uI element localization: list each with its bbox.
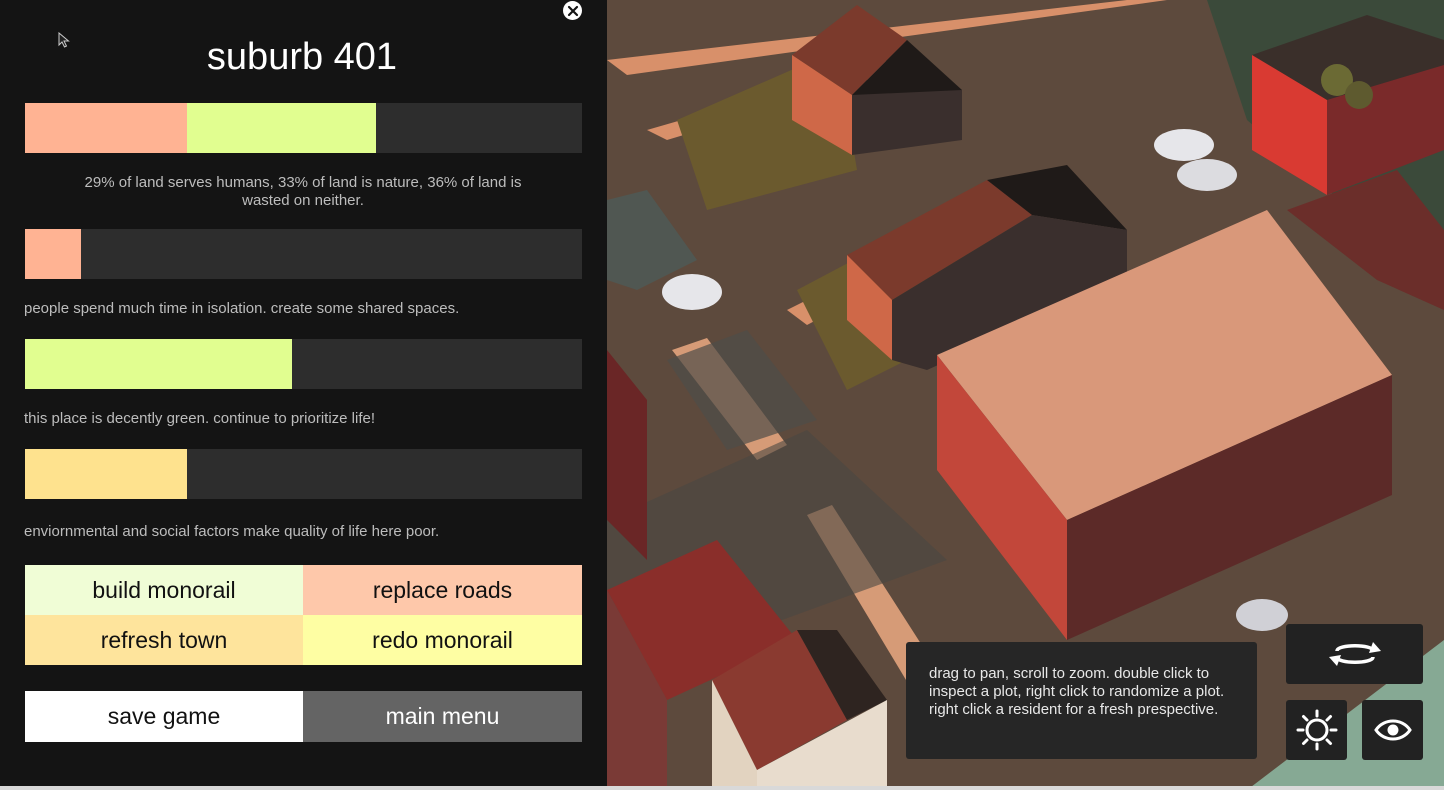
refresh-town-button[interactable]: refresh town: [25, 615, 303, 665]
redo-monorail-button[interactable]: redo monorail: [303, 615, 582, 665]
quality-meter: [25, 449, 582, 499]
land-nature-segment: [186, 103, 376, 153]
replace-roads-button[interactable]: replace roads: [303, 565, 582, 615]
mouse-cursor-icon: [58, 31, 70, 53]
land-wasted-segment: [375, 103, 582, 153]
build-monorail-button[interactable]: build monorail: [25, 565, 303, 615]
save-game-button[interactable]: save game: [25, 691, 303, 742]
car: [1177, 159, 1237, 191]
green-meter-fill: [25, 339, 293, 389]
controls-help-text: drag to pan, scroll to zoom. double clic…: [929, 665, 1225, 718]
green-message: this place is decently green. continue t…: [24, 410, 376, 427]
quality-meter-fill: [25, 449, 187, 499]
quality-message: enviornmental and social factors make qu…: [24, 523, 440, 540]
sun-icon[interactable]: [1286, 700, 1347, 760]
car: [662, 274, 722, 310]
green-meter: [25, 339, 582, 389]
car: [1236, 599, 1288, 631]
rotate-icon[interactable]: [1286, 624, 1423, 684]
close-icon[interactable]: [563, 1, 582, 20]
land-use-summary: 29% of land serves humans, 33% of land i…: [84, 174, 522, 209]
land-humans-segment: [25, 103, 187, 153]
side-panel: suburb 401 29% of land serves humans, 33…: [0, 0, 607, 790]
social-meter-fill: [25, 229, 81, 279]
eye-icon[interactable]: [1362, 700, 1423, 760]
town-title: suburb 401: [206, 36, 398, 78]
taskbar-strip: [0, 786, 1444, 790]
social-meter: [25, 229, 582, 279]
controls-help-box: drag to pan, scroll to zoom. double clic…: [906, 642, 1257, 759]
car: [1154, 129, 1214, 161]
social-message: people spend much time in isolation. cre…: [24, 300, 460, 317]
tree: [1345, 81, 1373, 109]
main-menu-button[interactable]: main menu: [303, 691, 582, 742]
land-use-bar: [25, 103, 582, 153]
